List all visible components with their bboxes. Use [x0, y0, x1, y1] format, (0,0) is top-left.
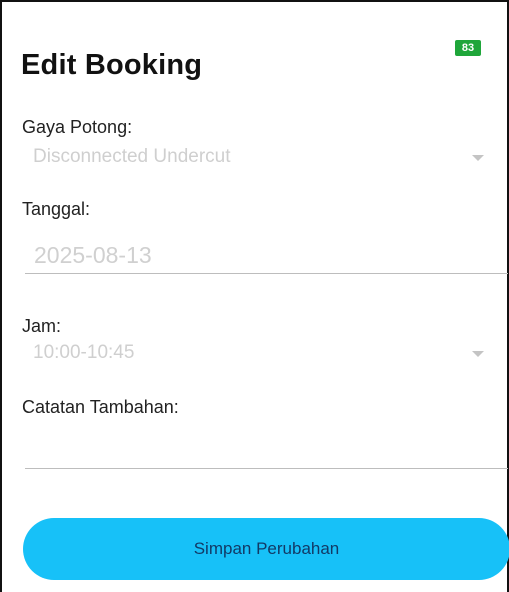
date-field-value: 2025-08-13 [34, 242, 152, 268]
notes-field[interactable] [25, 428, 508, 468]
style-spinner[interactable]: Disconnected Undercut [22, 142, 507, 174]
notes-field-underline [25, 468, 508, 469]
time-spinner[interactable]: 10:00-10:45 [22, 338, 507, 370]
time-label: Jam: [22, 316, 62, 336]
notes-label: Catatan Tambahan: [22, 397, 179, 417]
page-title: Edit Booking [21, 49, 203, 81]
status-badge: 83 [455, 40, 481, 56]
chevron-down-icon [472, 155, 484, 161]
screen: 83 Edit Booking Gaya Potong: Disconnecte… [0, 0, 509, 592]
date-field-underline [25, 273, 508, 274]
time-spinner-value: 10:00-10:45 [33, 342, 135, 363]
date-label: Tanggal: [22, 199, 91, 219]
style-spinner-value: Disconnected Undercut [33, 146, 231, 167]
save-button[interactable]: Simpan Perubahan [23, 518, 509, 580]
date-field[interactable]: 2025-08-13 [22, 234, 508, 276]
style-label: Gaya Potong: [22, 117, 133, 137]
chevron-down-icon [472, 351, 484, 357]
